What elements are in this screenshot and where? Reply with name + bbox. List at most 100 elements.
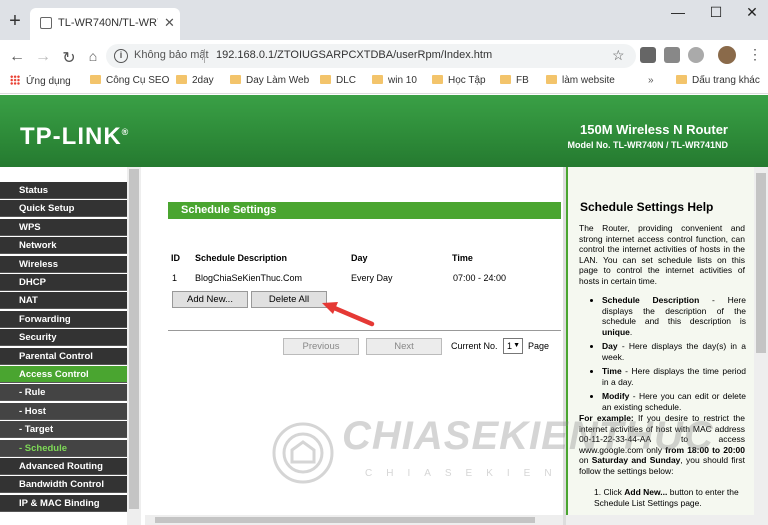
bookmark-item[interactable]: Học Tập bbox=[432, 75, 486, 86]
bookmark-item[interactable]: FB bbox=[500, 75, 529, 86]
page-label: Page bbox=[528, 341, 550, 351]
url-text[interactable]: 192.168.0.1/ZTOIUGSARPCXTDBA/userRpm/Ind… bbox=[216, 49, 492, 61]
tplink-logo: TP-LINK® bbox=[20, 123, 130, 150]
sidebar-item-nat[interactable]: NAT bbox=[0, 292, 127, 310]
sidebar-item-wireless[interactable]: Wireless bbox=[0, 255, 127, 273]
cell-time: 07:00 - 24:00 bbox=[453, 273, 507, 283]
bookmark-item[interactable]: Công Cụ SEO bbox=[90, 75, 169, 86]
column-header-id: ID bbox=[171, 253, 180, 263]
home-icon[interactable]: ⌂ bbox=[84, 48, 102, 64]
info-icon[interactable]: i bbox=[114, 49, 128, 63]
cell-day: Every Day bbox=[351, 273, 393, 283]
sidebar-item-schedule[interactable]: - Schedule bbox=[0, 439, 127, 457]
sidebar-item-forwarding[interactable]: Forwarding bbox=[0, 310, 127, 328]
sidebar-item-target[interactable]: - Target bbox=[0, 421, 127, 439]
bookmarks-overflow-icon[interactable]: » bbox=[648, 75, 654, 86]
sidebar-item-wps[interactable]: WPS bbox=[0, 218, 127, 236]
bookmarks-bar: Ứng dụng Công Cụ SEO 2day Day Làm Web DL… bbox=[0, 72, 768, 94]
help-step: 1. Click Add New... button to enter the … bbox=[594, 487, 739, 508]
cell-description: BlogChiaSeKienThuc.Com bbox=[195, 273, 303, 283]
bookmark-other[interactable]: Dấu trang khác bbox=[676, 75, 760, 86]
sidebar-item-security[interactable]: Security bbox=[0, 329, 127, 347]
folder-icon bbox=[320, 75, 331, 84]
browser-tab-bar: + TL-WR740N/TL-WR741N ✕ — ☐ ✕ bbox=[0, 0, 768, 40]
column-header-description: Schedule Description bbox=[195, 253, 288, 263]
apps-icon bbox=[10, 75, 20, 85]
add-new-button[interactable]: Add New... bbox=[172, 291, 248, 308]
delete-all-button[interactable]: Delete All bbox=[251, 291, 327, 308]
sidebar-item-host[interactable]: - Host bbox=[0, 402, 127, 420]
page-title: Schedule Settings bbox=[168, 202, 561, 219]
sidebar-item-advanced-routing[interactable]: Advanced Routing bbox=[0, 458, 127, 475]
bookmark-item[interactable]: 2day bbox=[176, 75, 214, 86]
sidebar-item-network[interactable]: Network bbox=[0, 237, 127, 255]
bookmark-item[interactable]: Day Làm Web bbox=[230, 75, 309, 86]
sidebar-item-quick-setup[interactable]: Quick Setup bbox=[0, 200, 127, 218]
divider bbox=[168, 330, 561, 331]
product-name: 150M Wireless N Router bbox=[580, 122, 728, 137]
minimize-icon[interactable]: — bbox=[668, 4, 688, 20]
chevron-down-icon: ▼ bbox=[513, 342, 520, 349]
help-title: Schedule Settings Help bbox=[580, 200, 714, 214]
folder-icon bbox=[372, 75, 383, 84]
folder-icon bbox=[546, 75, 557, 84]
tab-close-icon[interactable]: ✕ bbox=[164, 15, 175, 31]
maximize-icon[interactable]: ☐ bbox=[706, 4, 726, 21]
page-select[interactable]: 1 ▼ bbox=[503, 338, 523, 354]
avatar[interactable] bbox=[718, 46, 736, 64]
help-scrollbar[interactable] bbox=[754, 167, 768, 525]
browser-tab[interactable]: TL-WR740N/TL-WR741N ✕ bbox=[30, 8, 180, 40]
model-number: Model No. TL-WR740N / TL-WR741ND bbox=[567, 140, 728, 150]
bookmark-item[interactable]: DLC bbox=[320, 75, 356, 86]
list-item: Time - Here displays the time period in … bbox=[602, 366, 746, 387]
new-tab-icon[interactable]: + bbox=[6, 11, 24, 31]
folder-icon bbox=[432, 75, 443, 84]
column-header-time: Time bbox=[452, 253, 473, 263]
menu-icon[interactable]: ⋮ bbox=[748, 46, 762, 63]
close-window-icon[interactable]: ✕ bbox=[742, 4, 762, 21]
shield-icon[interactable] bbox=[688, 47, 704, 63]
list-item: Schedule Description - Here displays the… bbox=[602, 295, 746, 337]
help-example: For example: If you desire to restrict t… bbox=[579, 413, 746, 476]
next-button[interactable]: Next bbox=[366, 338, 442, 355]
sidebar-item-ip-mac-binding[interactable]: IP & MAC Binding bbox=[0, 494, 127, 512]
bookmark-item[interactable]: làm website bbox=[546, 75, 615, 86]
main-content: Schedule Settings ID Schedule Descriptio… bbox=[145, 167, 563, 525]
back-icon[interactable]: ← bbox=[8, 48, 26, 66]
scrollbar-thumb[interactable] bbox=[129, 169, 139, 509]
cell-id: 1 bbox=[172, 273, 178, 283]
bookmark-apps[interactable]: Ứng dụng bbox=[10, 75, 71, 87]
folder-icon bbox=[90, 75, 101, 84]
list-item: Day - Here displays the day(s) in a week… bbox=[602, 341, 746, 362]
folder-icon bbox=[230, 75, 241, 84]
help-horizontal-scrollbar[interactable] bbox=[566, 515, 754, 525]
column-header-day: Day bbox=[351, 253, 368, 263]
help-intro: The Router, providing convenient and str… bbox=[579, 223, 745, 286]
reload-icon[interactable]: ↻ bbox=[60, 48, 78, 68]
folder-icon bbox=[176, 75, 187, 84]
address-bar[interactable]: i Không bảo mật 192.168.0.1/ZTOIUGSARPCX… bbox=[106, 44, 636, 68]
bookmark-item[interactable]: win 10 bbox=[372, 75, 417, 86]
sidebar-item-parental-control[interactable]: Parental Control bbox=[0, 347, 127, 365]
sidebar-menu: Status Quick Setup WPS Network Wireless … bbox=[0, 182, 127, 525]
sidebar-item-rule[interactable]: - Rule bbox=[0, 384, 127, 402]
sidebar-item-status[interactable]: Status bbox=[0, 182, 127, 199]
sidebar-scrollbar[interactable] bbox=[127, 167, 141, 525]
security-label: Không bảo mật bbox=[134, 49, 209, 61]
folder-icon bbox=[676, 75, 687, 84]
extension-badge-icon[interactable] bbox=[664, 47, 680, 63]
previous-button[interactable]: Previous bbox=[283, 338, 359, 355]
scrollbar-thumb[interactable] bbox=[155, 517, 535, 523]
tab-title: TL-WR740N/TL-WR741N bbox=[58, 17, 158, 29]
bookmark-star-icon[interactable]: ☆ bbox=[612, 47, 625, 64]
sidebar-item-bandwidth-control[interactable]: Bandwidth Control bbox=[0, 476, 127, 494]
page-favicon-icon bbox=[40, 17, 52, 29]
horizontal-scrollbar[interactable] bbox=[145, 515, 563, 525]
sidebar-item-dhcp[interactable]: DHCP bbox=[0, 274, 127, 291]
sidebar-item-access-control[interactable]: Access Control bbox=[0, 366, 127, 383]
scrollbar-thumb[interactable] bbox=[756, 173, 766, 353]
list-item: Modify - Here you can edit or delete an … bbox=[602, 391, 746, 412]
forward-icon[interactable]: → bbox=[34, 48, 52, 66]
annotation-arrow-icon bbox=[322, 302, 375, 327]
extension-icon[interactable] bbox=[640, 47, 656, 63]
